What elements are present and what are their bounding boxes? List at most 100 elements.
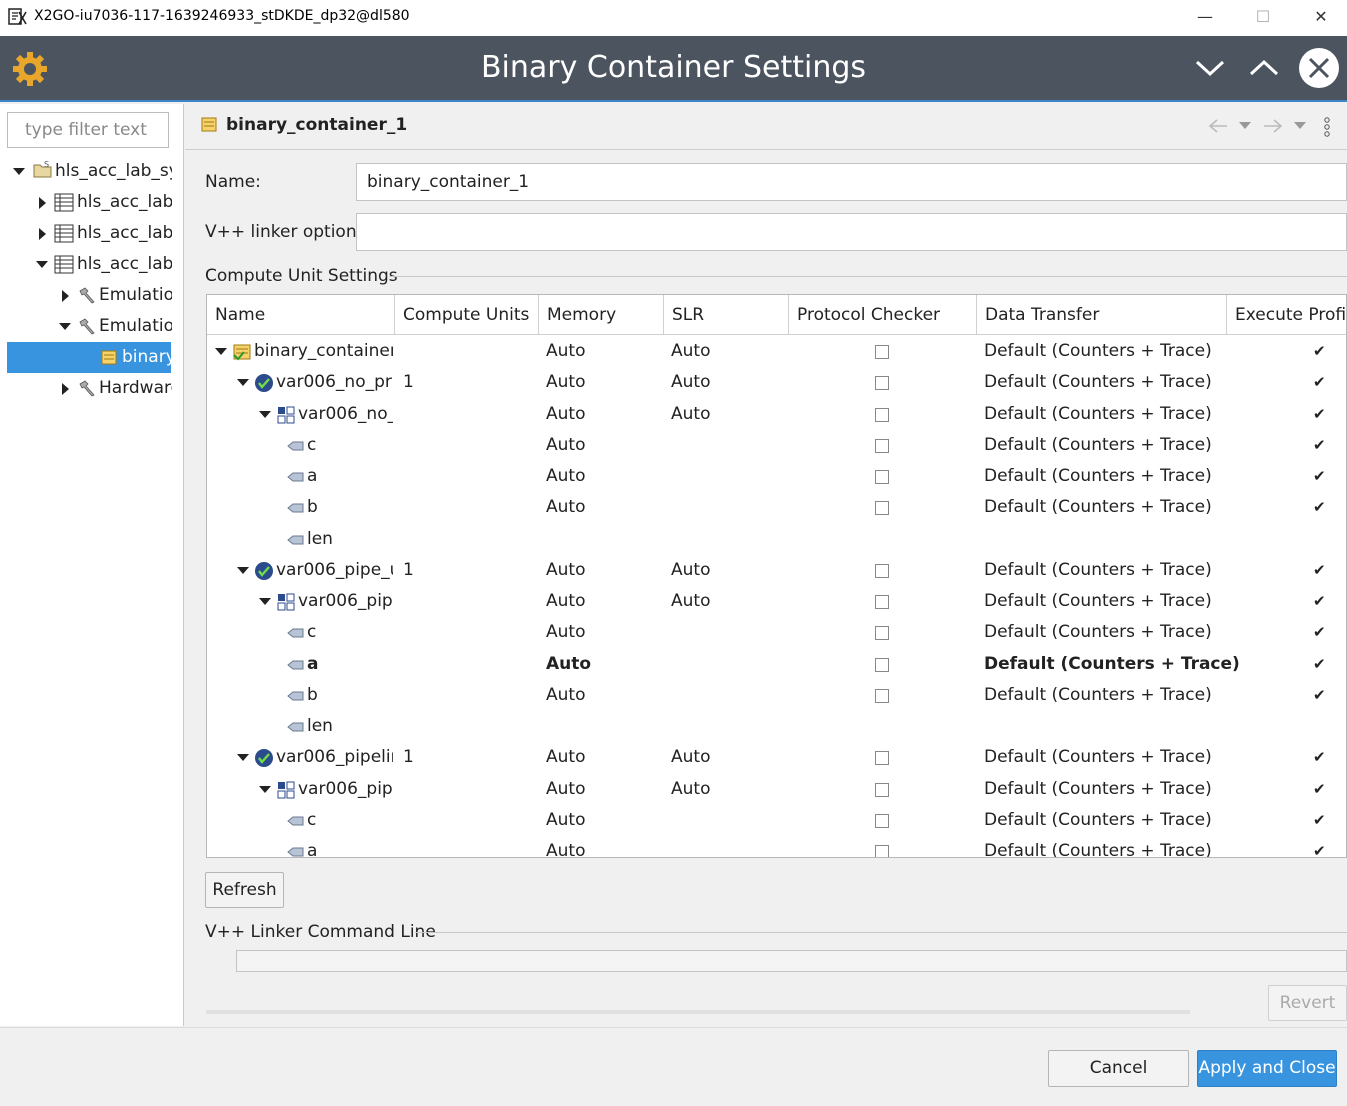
slr-cell[interactable]: Auto	[671, 336, 710, 367]
linker-options-field[interactable]	[356, 213, 1347, 251]
data-transfer-cell[interactable]: Default (Counters + Trace)	[984, 742, 1212, 773]
protocol-checker-checkbox[interactable]	[875, 376, 889, 391]
table-row[interactable]: var006_no_pragmas_1 Auto Auto Default (Coun…	[207, 399, 1346, 430]
data-transfer-cell[interactable]: Default (Counters + Trace)	[984, 461, 1212, 492]
protocol-checker-checkbox[interactable]	[875, 595, 889, 609]
protocol-checker-checkbox[interactable]	[875, 438, 889, 453]
execute-profiling-check-icon[interactable]: ✔	[1313, 555, 1326, 586]
execute-profiling-check-icon[interactable]: ✔	[1313, 461, 1326, 492]
expand-right-icon[interactable]	[62, 290, 69, 302]
execute-profiling-check-icon[interactable]: ✔	[1313, 805, 1326, 836]
expand-right-icon[interactable]	[62, 383, 69, 395]
chevron-up-icon[interactable]	[1244, 48, 1284, 88]
table-row[interactable]: len	[207, 711, 1346, 742]
protocol-checker-checkbox[interactable]	[875, 657, 889, 672]
expand-right-icon[interactable]	[39, 197, 46, 209]
tree-item-emulation-sw[interactable]: Emulation-SW	[0, 280, 172, 311]
execute-profiling-check-icon[interactable]: ✔	[1313, 742, 1326, 773]
execute-profiling-check-icon[interactable]: ✔	[1313, 680, 1326, 711]
table-row[interactable]: binary_container_1 Auto Auto Default (Count…	[207, 336, 1346, 367]
table-row[interactable]: c Auto Default (Counters + Trace) ✔	[207, 617, 1346, 648]
data-transfer-cell[interactable]: Default (Counters + Trace)	[984, 680, 1212, 711]
slr-cell[interactable]: Auto	[671, 742, 710, 773]
back-dropdown-icon[interactable]	[1239, 122, 1251, 130]
protocol-checker-checkbox[interactable]	[875, 845, 889, 857]
expand-down-icon[interactable]	[237, 379, 249, 387]
protocol-checker-checkbox[interactable]	[875, 501, 889, 516]
execute-profiling-check-icon[interactable]: ✔	[1313, 649, 1326, 680]
table-row[interactable]: c Auto Default (Counters + Trace) ✔	[207, 430, 1346, 461]
column-header-name[interactable]: Name	[207, 295, 395, 335]
protocol-checker-checkbox[interactable]	[875, 407, 889, 422]
protocol-checker-checkbox[interactable]	[875, 563, 889, 578]
compute-units-cell[interactable]: 1	[403, 555, 414, 586]
refresh-button[interactable]: Refresh	[205, 872, 284, 908]
expand-down-icon[interactable]	[36, 261, 48, 268]
close-window-button[interactable]: ✕	[1292, 0, 1347, 36]
forward-arrow-icon[interactable]	[1262, 118, 1284, 134]
memory-cell[interactable]: Auto	[546, 367, 585, 398]
tree-item-hw-link[interactable]: hls_acc_lab_system_hw_link	[0, 249, 172, 280]
execute-profiling-check-icon[interactable]: ✔	[1313, 399, 1326, 430]
cmdline-field[interactable]	[236, 950, 1347, 972]
protocol-checker-checkbox[interactable]	[875, 782, 889, 797]
close-dialog-icon[interactable]	[1298, 47, 1340, 89]
protocol-checker-checkbox[interactable]	[875, 688, 889, 703]
memory-cell[interactable]: Auto	[546, 805, 585, 836]
tree-item-hardware[interactable]: Hardware	[0, 373, 172, 404]
filter-input[interactable]: type filter text	[7, 112, 169, 148]
column-header-slr[interactable]: SLR	[664, 295, 789, 335]
table-row[interactable]: a Auto Default (Counters + Trace) ✔	[207, 649, 1346, 680]
execute-profiling-check-icon[interactable]: ✔	[1313, 492, 1326, 523]
data-transfer-cell[interactable]: Default (Counters + Trace)	[984, 492, 1212, 523]
back-arrow-icon[interactable]	[1207, 118, 1229, 134]
expand-down-icon[interactable]	[237, 754, 249, 762]
apply-and-close-button[interactable]: Apply and Close	[1197, 1050, 1337, 1087]
table-row[interactable]: b Auto Default (Counters + Trace) ✔	[207, 492, 1346, 523]
table-row[interactable]: var006_pipe_unroll_1 Auto Auto Default (Cou…	[207, 586, 1346, 617]
data-transfer-cell[interactable]: Default (Counters + Trace)	[984, 555, 1212, 586]
compute-units-cell[interactable]: 1	[403, 742, 414, 773]
slr-cell[interactable]: Auto	[671, 555, 710, 586]
tree-item-emulation-hw[interactable]: Emulation-HW	[0, 311, 172, 342]
data-transfer-cell[interactable]: Default (Counters + Trace)	[984, 367, 1212, 398]
name-field[interactable]: binary_container_1	[356, 163, 1347, 201]
execute-profiling-check-icon[interactable]: ✔	[1313, 336, 1326, 367]
slr-cell[interactable]: Auto	[671, 399, 710, 430]
chevron-down-icon[interactable]	[1190, 48, 1230, 88]
table-row[interactable]: var006_pipelined_1 Auto Auto Default (Count…	[207, 774, 1346, 805]
table-row[interactable]: var006_pipe_unroll_1 1 Auto Auto Default (Co…	[207, 555, 1346, 586]
memory-cell[interactable]: Auto	[546, 649, 591, 680]
protocol-checker-checkbox[interactable]	[875, 345, 889, 359]
expand-right-icon[interactable]	[39, 228, 46, 240]
memory-cell[interactable]: Auto	[546, 461, 585, 492]
compute-units-cell[interactable]: 1	[403, 367, 414, 398]
data-transfer-cell[interactable]: Default (Counters + Trace)	[984, 649, 1240, 680]
column-header-data-transfer[interactable]: Data Transfer	[977, 295, 1227, 335]
minimize-button[interactable]: —	[1176, 0, 1234, 36]
data-transfer-cell[interactable]: Default (Counters + Trace)	[984, 617, 1212, 648]
more-options-icon[interactable]	[1323, 116, 1331, 138]
forward-dropdown-icon[interactable]	[1294, 122, 1306, 130]
table-row[interactable]: c Auto Default (Counters + Trace) ✔	[207, 805, 1346, 836]
memory-cell[interactable]: Auto	[546, 336, 585, 367]
revert-button[interactable]: Revert	[1268, 985, 1347, 1021]
memory-cell[interactable]: Auto	[546, 492, 585, 523]
execute-profiling-check-icon[interactable]: ✔	[1313, 586, 1326, 617]
slr-cell[interactable]: Auto	[671, 367, 710, 398]
execute-profiling-check-icon[interactable]: ✔	[1313, 430, 1326, 461]
expand-down-icon[interactable]	[237, 566, 249, 574]
column-header-memory[interactable]: Memory	[539, 295, 664, 335]
memory-cell[interactable]: Auto	[546, 555, 585, 586]
maximize-button[interactable]: ☐	[1234, 0, 1292, 36]
tree-item-project[interactable]: S hls_acc_lab_system	[0, 156, 172, 187]
execute-profiling-check-icon[interactable]: ✔	[1313, 836, 1326, 857]
data-transfer-cell[interactable]: Default (Counters + Trace)	[984, 836, 1212, 857]
data-transfer-cell[interactable]: Default (Counters + Trace)	[984, 430, 1212, 461]
column-header-compute-units[interactable]: Compute Units	[395, 295, 539, 335]
memory-cell[interactable]: Auto	[546, 586, 585, 617]
memory-cell[interactable]: Auto	[546, 399, 585, 430]
tree-item-hls-acc-lab[interactable]: hls_acc_lab	[0, 187, 172, 218]
protocol-checker-checkbox[interactable]	[875, 626, 889, 641]
protocol-checker-checkbox[interactable]	[875, 470, 889, 484]
